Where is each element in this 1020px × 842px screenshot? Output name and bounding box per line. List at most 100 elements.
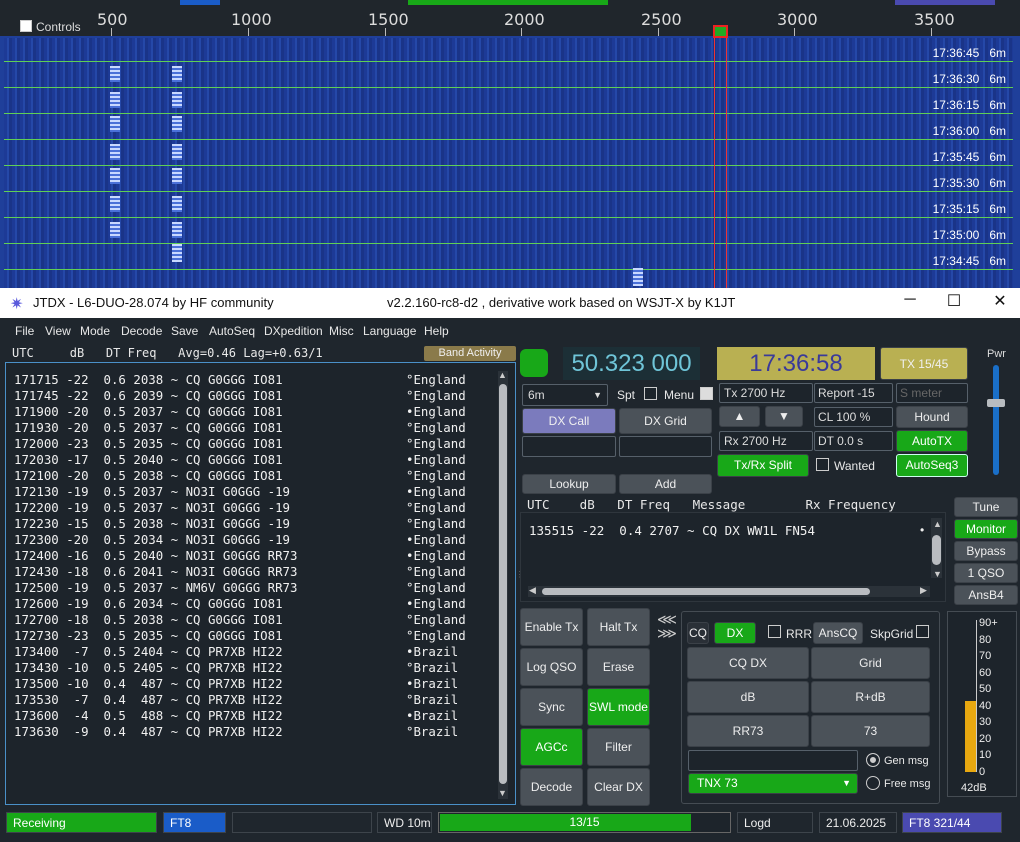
menu-autoseq[interactable]: AutoSeq — [209, 324, 255, 338]
swl-mode-button[interactable]: SWL mode — [587, 688, 650, 726]
cq-button[interactable]: CQ — [687, 622, 709, 644]
decode-row[interactable]: 173530 -7 0.4 487 ~ CQ PR7XB HI22 — [14, 692, 283, 707]
decode-row[interactable]: 173500 -10 0.4 487 ~ CQ PR7XB HI22 — [14, 676, 283, 691]
menu-decode[interactable]: Decode — [121, 324, 162, 338]
dx-call-button[interactable]: DX Call — [522, 408, 616, 434]
swap-arrows-icon[interactable]: ⋘ ⋙ — [657, 612, 677, 640]
wanted-checkbox[interactable] — [816, 458, 829, 471]
bypass-button[interactable]: Bypass — [954, 541, 1018, 561]
report-spinbox[interactable]: Report -15 — [814, 383, 893, 403]
decode-row[interactable]: 172100 -20 0.5 2038 ~ CQ G0GGG IO81 — [14, 468, 283, 483]
menu-view[interactable]: View — [45, 324, 71, 338]
rx-scrollbar-thumb[interactable] — [932, 535, 941, 565]
menu-checkbox[interactable] — [700, 387, 713, 400]
dx-grid-button[interactable]: DX Grid — [619, 408, 712, 434]
rx-hscrollbar-thumb[interactable] — [542, 588, 870, 595]
decode-row[interactable]: 172730 -23 0.5 2035 ~ CQ G0GGG IO81 — [14, 628, 283, 643]
scroll-down-icon[interactable]: ▼ — [498, 788, 507, 798]
skpgrid-checkbox[interactable] — [916, 625, 929, 638]
lookup-button[interactable]: Lookup — [522, 474, 616, 494]
dt-spinbox[interactable]: DT 0.0 s — [814, 431, 893, 451]
log-qso-button[interactable]: Log QSO — [520, 648, 583, 686]
decode-row[interactable]: 172000 -23 0.5 2035 ~ CQ G0GGG IO81 — [14, 436, 283, 451]
decode-row[interactable]: 172230 -15 0.5 2038 ~ NO3I G0GGG -19 — [14, 516, 290, 531]
monitor-button[interactable]: Monitor — [954, 519, 1018, 539]
decode-row[interactable]: 172430 -18 0.6 2041 ~ NO3I G0GGG RR73 — [14, 564, 297, 579]
decode-row[interactable]: 171745 -22 0.6 2039 ~ CQ G0GGG IO81 — [14, 388, 283, 403]
add-button[interactable]: Add — [619, 474, 712, 494]
decode-row[interactable]: 173430 -10 0.5 2405 ~ CQ PR7XB HI22 — [14, 660, 283, 675]
pwr-slider-handle[interactable] — [987, 399, 1005, 407]
close-button[interactable]: ✕ — [988, 291, 1012, 313]
maximize-button[interactable]: ☐ — [942, 291, 966, 313]
rrr-checkbox[interactable] — [768, 625, 781, 638]
seventy-three-button[interactable]: 73 — [811, 715, 930, 747]
anscq-button[interactable]: AnsCQ — [813, 622, 863, 644]
decode-row[interactable]: 172700 -18 0.5 2038 ~ CQ G0GGG IO81 — [14, 612, 283, 627]
filter-button[interactable]: Filter — [587, 728, 650, 766]
decode-row[interactable]: 172030 -17 0.5 2040 ~ CQ G0GGG IO81 — [14, 452, 283, 467]
free-msg-combo[interactable]: TNX 73 ▼ — [688, 773, 858, 794]
menu-mode[interactable]: Mode — [80, 324, 110, 338]
decode-row[interactable]: 172400 -16 0.5 2040 ~ NO3I G0GGG RR73 — [14, 548, 297, 563]
spt-checkbox[interactable] — [644, 387, 657, 400]
one-qso-button[interactable]: 1 QSO — [954, 563, 1018, 583]
scrollbar-thumb[interactable] — [499, 384, 507, 784]
autotx-button[interactable]: AutoTX — [896, 430, 968, 452]
band-select[interactable]: 6m ▼ — [522, 384, 608, 406]
waterfall-field[interactable] — [4, 38, 1013, 288]
decode-row[interactable]: 173600 -4 0.5 488 ~ CQ PR7XB HI22 — [14, 708, 283, 723]
scroll-up-icon[interactable]: ▲ — [933, 519, 942, 529]
grid-button[interactable]: Grid — [811, 647, 930, 679]
menu-file[interactable]: File — [15, 324, 34, 338]
enable-tx-button[interactable]: Enable Tx — [520, 608, 583, 646]
menu-misc[interactable]: Misc — [329, 324, 354, 338]
rx-frequency-spinbox[interactable]: Rx 2700 Hz — [719, 431, 813, 451]
gen-msg-radio[interactable] — [866, 753, 880, 767]
decode-row[interactable]: 173400 -7 0.5 2404 ~ CQ PR7XB HI22 — [14, 644, 283, 659]
rr73-button[interactable]: RR73 — [687, 715, 809, 747]
ansb4-button[interactable]: AnsB4 — [954, 585, 1018, 605]
sync-button[interactable]: Sync — [520, 688, 583, 726]
decode-row[interactable]: 172130 -19 0.5 2037 ~ NO3I G0GGG -19 — [14, 484, 290, 499]
decode-row[interactable]: 171930 -20 0.5 2037 ~ CQ G0GGG IO81 — [14, 420, 283, 435]
cq-dx-button[interactable]: CQ DX — [687, 647, 809, 679]
gen-msg-field[interactable] — [688, 750, 858, 771]
down-arrow-button[interactable]: ▼ — [765, 406, 803, 427]
cl-spinbox[interactable]: CL 100 % — [814, 407, 893, 427]
decode-row[interactable]: 171715 -22 0.6 2038 ~ CQ G0GGG IO81 — [14, 372, 283, 387]
dx-call-input[interactable] — [522, 436, 616, 457]
decode-row[interactable]: 171900 -20 0.5 2037 ~ CQ G0GGG IO81 — [14, 404, 283, 419]
scroll-left-icon[interactable]: ◀ — [529, 585, 536, 596]
decode-row[interactable]: 173630 -9 0.4 487 ~ CQ PR7XB HI22 — [14, 724, 283, 739]
erase-button[interactable]: Erase — [587, 648, 650, 686]
hound-button[interactable]: Hound — [896, 406, 968, 428]
minimize-button[interactable]: ─ — [898, 291, 922, 313]
scroll-right-icon[interactable]: ▶ — [920, 585, 927, 596]
clear-dx-button[interactable]: Clear DX — [587, 768, 650, 806]
free-msg-radio[interactable] — [866, 776, 880, 790]
decode-row[interactable]: 172600 -19 0.6 2034 ~ CQ G0GGG IO81 — [14, 596, 283, 611]
decode-row[interactable]: 172500 -19 0.5 2037 ~ NM6V G0GGG RR73 — [14, 580, 297, 595]
menu-dxpedition[interactable]: DXpedition — [264, 324, 323, 338]
up-arrow-button[interactable]: ▲ — [719, 406, 760, 427]
autoseq3-button[interactable]: AutoSeq3 — [896, 454, 968, 477]
tx-rx-split-button[interactable]: Tx/Rx Split — [717, 454, 809, 477]
decode-row[interactable]: 172300 -20 0.5 2034 ~ NO3I G0GGG -19 — [14, 532, 290, 547]
tx-marker-handle[interactable] — [713, 25, 728, 38]
scroll-down-icon[interactable]: ▼ — [933, 569, 942, 579]
rx-decode-line[interactable]: 135515 -22 0.4 2707 ~ CQ DX WW1L FN54 — [529, 523, 815, 538]
menu-help[interactable]: Help — [424, 324, 449, 338]
menu-language[interactable]: Language — [363, 324, 416, 338]
pwr-slider[interactable] — [993, 365, 999, 475]
r-db-button[interactable]: R+dB — [811, 681, 930, 713]
decode-button[interactable]: Decode — [520, 768, 583, 806]
tune-button[interactable]: Tune — [954, 497, 1018, 517]
halt-tx-button[interactable]: Halt Tx — [587, 608, 650, 646]
tx-frequency-spinbox[interactable]: Tx 2700 Hz — [719, 383, 813, 403]
decode-row[interactable]: 172200 -19 0.5 2037 ~ NO3I G0GGG -19 — [14, 500, 290, 515]
db-button[interactable]: dB — [687, 681, 809, 713]
dx-grid-input[interactable] — [619, 436, 712, 457]
scroll-up-icon[interactable]: ▲ — [498, 370, 507, 380]
agcc-button[interactable]: AGCc — [520, 728, 583, 766]
